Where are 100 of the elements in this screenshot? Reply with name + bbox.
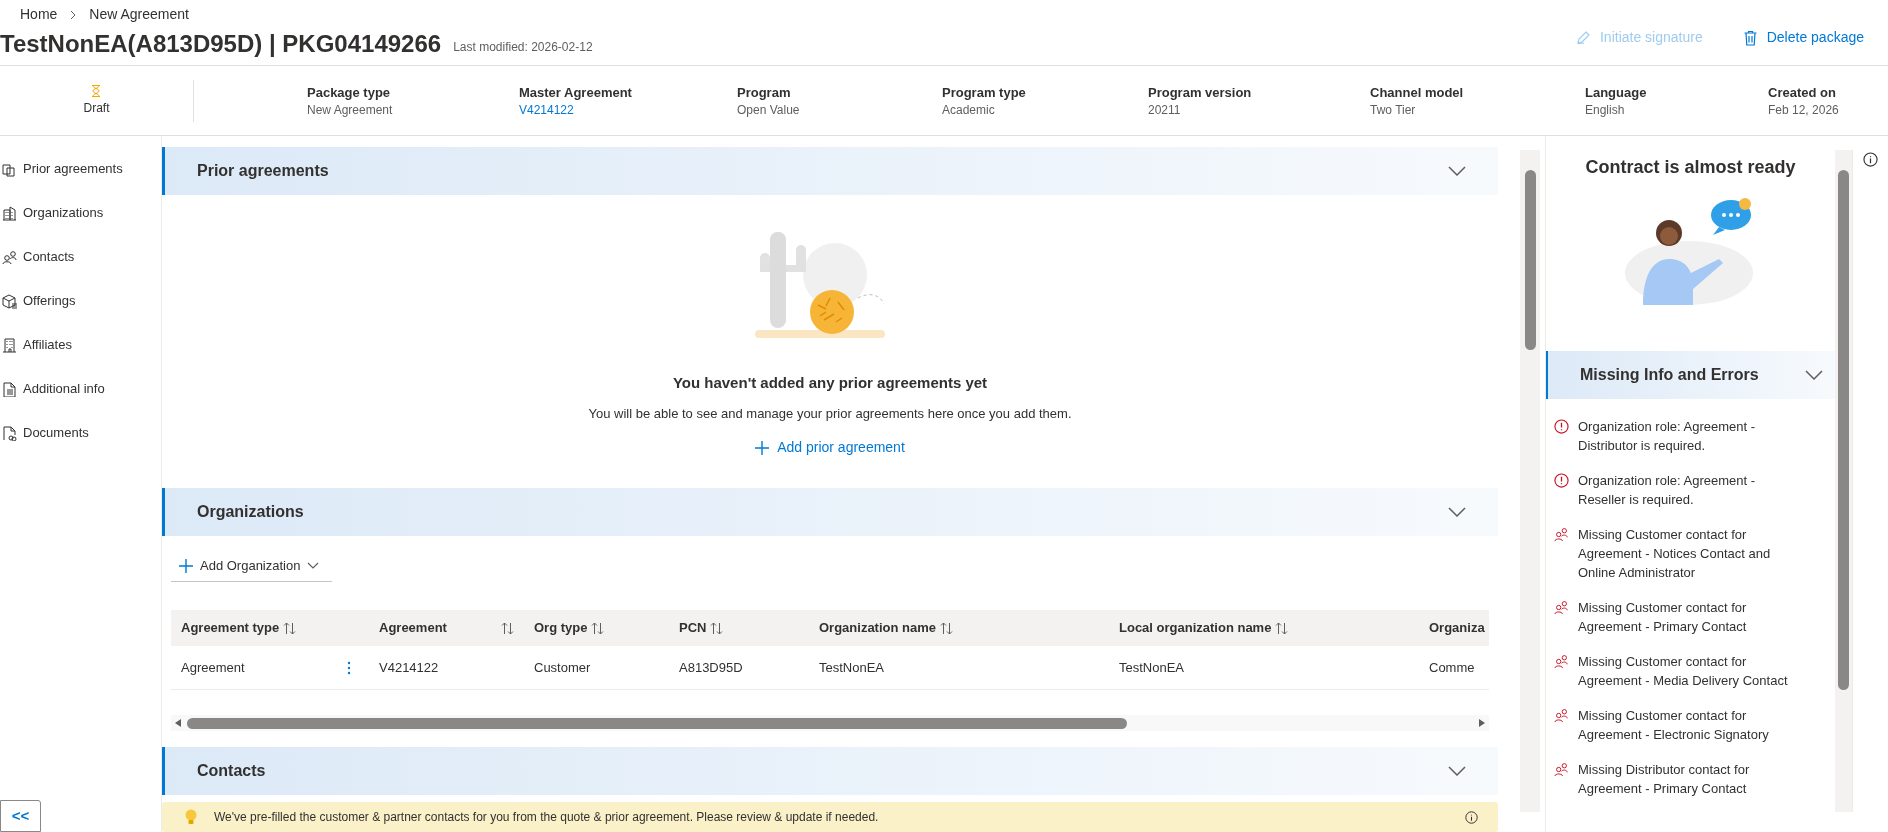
info-icon[interactable] <box>1863 152 1878 167</box>
sidebar-link[interactable]: Offerings <box>0 288 161 314</box>
lightbulb-icon <box>184 809 198 825</box>
chevron-down-icon <box>307 561 320 570</box>
table-cell-text: V4214122 <box>378 658 440 677</box>
column-header[interactable]: Organiza <box>1419 610 1489 646</box>
horizontal-scrollbar[interactable] <box>171 715 1489 731</box>
empty-state-text: You will be able to see and manage your prior agreements here once you add them. <box>588 404 1072 423</box>
collapse-sidebar-button[interactable]: << <box>0 800 41 832</box>
error-icon <box>1554 419 1569 434</box>
readiness-title: Contract is almost ready <box>1584 156 1797 179</box>
more-options-icon[interactable] <box>347 660 351 675</box>
people-icon <box>1554 600 1569 615</box>
detail-label: Language <box>1585 83 1648 102</box>
detail-label: Program version <box>1148 83 1253 102</box>
scroll-right-icon[interactable] <box>1479 719 1485 727</box>
building-icon <box>2 205 17 221</box>
missing-item-text: Missing Customer contact for Agreement - Primary Contact <box>1578 599 1748 636</box>
people-icon <box>1554 708 1569 723</box>
sidebar-link[interactable]: Organizations <box>0 200 161 226</box>
delete-button[interactable]: Delete package <box>1742 27 1864 48</box>
sidebar-link[interactable]: Documents <box>0 420 161 446</box>
detail-value: Academic <box>942 101 995 118</box>
chevron-down-icon[interactable] <box>1448 766 1466 776</box>
section-header[interactable]: Organizations <box>162 488 1498 536</box>
section-title: Contacts <box>197 761 266 781</box>
missing-item-text: Missing Distributor contact for Agreement - Primary Contact <box>1578 761 1751 798</box>
chevron-down-icon[interactable] <box>1805 370 1823 380</box>
last-modified: Last modified: 2026-02-12 <box>453 39 593 56</box>
breadcrumb-link[interactable]: New Agreement <box>85 4 193 25</box>
trash-icon <box>1742 29 1758 46</box>
chevron-down-icon[interactable] <box>1448 507 1466 517</box>
scroll-left-icon[interactable] <box>175 719 181 727</box>
sort-icon[interactable] <box>501 621 514 635</box>
page-title: TestNonEA(A813D95D) | PKG04149266 <box>0 29 442 59</box>
scrollbar-thumb[interactable] <box>1838 170 1849 690</box>
scrollbar-thumb[interactable] <box>187 717 1127 729</box>
sidebar-link[interactable]: Additional info <box>0 376 161 402</box>
people-icon <box>2 249 17 265</box>
sort-icon[interactable] <box>940 621 954 635</box>
table-cell-text: TestNonEA <box>818 658 886 677</box>
chevron-down-icon[interactable] <box>1448 166 1466 176</box>
sort-icon[interactable] <box>710 621 724 635</box>
missing-item-text: Organization role: Agreement - Reseller is required. <box>1578 472 1757 509</box>
breadcrumb-link[interactable]: Home <box>16 4 62 25</box>
detail-value: English <box>1585 101 1625 118</box>
section-header[interactable]: Contacts <box>162 747 1498 795</box>
column-label: Agreement <box>379 619 447 638</box>
column-header[interactable]: Organization name <box>809 610 1109 646</box>
sidebar-link[interactable]: Contacts <box>0 244 161 270</box>
detail-value: Two Tier <box>1370 101 1416 118</box>
table-cell-text: Agreement <box>180 658 246 677</box>
detail-value: New Agreement <box>307 101 393 118</box>
section-header[interactable]: Missing Info and Errors <box>1546 351 1835 399</box>
document-icon <box>2 425 17 441</box>
sidebar-link[interactable]: Prior agreements <box>0 156 161 182</box>
column-header[interactable]: PCN <box>669 610 809 646</box>
vertical-scrollbar[interactable] <box>1520 150 1540 812</box>
notice-text: We've pre-filled the customer & partner contacts for you from the quote & prior agreement. Please review & update if needed. <box>214 809 880 826</box>
add-prior-agreement-link[interactable]: Add prior agreement <box>755 437 905 458</box>
column-header[interactable]: Agreement type <box>171 610 329 646</box>
column-header[interactable]: Agreement <box>369 610 524 646</box>
people-icon <box>1554 527 1569 542</box>
sidebar-link[interactable]: Affiliates <box>0 332 161 358</box>
add-organization-button[interactable]: Add Organization <box>171 550 332 582</box>
sort-icon[interactable] <box>591 621 605 635</box>
detail-label: Channel model <box>1370 83 1465 102</box>
column-label: Organization name <box>819 619 937 638</box>
pen-icon <box>1574 29 1591 46</box>
vertical-scrollbar[interactable] <box>1835 150 1853 812</box>
sort-icon[interactable] <box>1275 621 1289 635</box>
section-title: Prior agreements <box>197 161 329 181</box>
plus-icon <box>179 558 193 573</box>
status-label: Draft <box>83 99 110 117</box>
table-cell-text: A813D95D <box>678 658 744 677</box>
sort-icon[interactable] <box>283 621 297 635</box>
column-header[interactable]: Org type <box>524 610 669 646</box>
building-icon <box>2 337 17 353</box>
column-label: PCN <box>679 619 707 638</box>
table-cell-text: Customer <box>533 658 592 677</box>
section-header[interactable]: Prior agreements <box>162 147 1498 195</box>
column-label: Local organization name <box>1119 619 1272 638</box>
people-icon <box>1554 654 1569 669</box>
section-title: Organizations <box>197 502 304 522</box>
detail-label: Program type <box>942 83 1027 102</box>
chevron-right-icon <box>69 9 78 20</box>
info-icon[interactable] <box>1465 810 1478 824</box>
detail-value: Open Value <box>737 101 800 118</box>
detail-label: Created on <box>1768 83 1837 102</box>
column-header[interactable]: Local organization name <box>1109 610 1419 646</box>
scrollbar-thumb[interactable] <box>1524 170 1536 350</box>
table-cell-text: Comme <box>1428 658 1476 677</box>
detail-label: Package type <box>307 83 392 102</box>
detail-link[interactable]: V4214122 <box>519 101 574 118</box>
people-icon <box>1554 762 1569 777</box>
plus-icon <box>755 440 770 455</box>
document-icon <box>2 381 17 397</box>
column-label: Organiza <box>1429 619 1485 638</box>
missing-item-text: Missing Customer contact for Agreement - Electronic Signatory <box>1578 707 1770 744</box>
column-label: Org type <box>534 619 588 638</box>
